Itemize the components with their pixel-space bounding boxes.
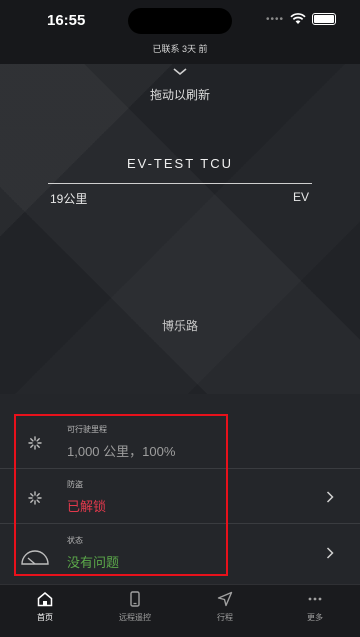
loading-spinner-icon <box>28 491 42 505</box>
vehicle-location: 博乐路 <box>161 319 198 333</box>
powertrain-type: EV <box>292 190 309 204</box>
anti-theft-label: 防盗 <box>67 480 83 489</box>
chevron-right-icon <box>326 547 334 559</box>
status-bar: 16:55 •••• <box>0 0 360 40</box>
navigation-arrow-icon <box>217 591 233 607</box>
tab-home-label: 首页 <box>37 613 53 622</box>
list-item-vehicle-status[interactable]: 状态 没有问题 <box>0 525 360 579</box>
tab-bar: 首页 远程遥控 行程 更多 <box>0 584 360 637</box>
driving-range-value: 1,000 公里，100% <box>67 444 176 459</box>
chevron-right-icon <box>326 491 334 503</box>
tab-more[interactable]: 更多 <box>270 591 360 623</box>
tab-trips-label: 行程 <box>217 613 233 622</box>
pull-to-refresh-text: 拖动以刷新 <box>149 88 210 102</box>
driving-range-label: 可行驶里程 <box>67 425 107 434</box>
home-icon <box>37 592 53 607</box>
dynamic-island <box>128 8 232 34</box>
divider <box>48 183 312 184</box>
chevron-down-icon <box>173 68 187 76</box>
vehicle-status-label: 状态 <box>67 536 83 545</box>
tab-trips[interactable]: 行程 <box>180 591 270 623</box>
tab-remote-control[interactable]: 远程遥控 <box>90 591 180 623</box>
vehicle-hero[interactable]: 拖动以刷新 EV-TEST TCU 19公里 EV 博乐路 <box>0 64 360 394</box>
last-contact-text: 已联系 3天 前 <box>0 40 360 64</box>
range-value: 19公里 <box>50 192 88 206</box>
list-item-anti-theft[interactable]: 防盗 已解锁 <box>0 469 360 524</box>
anti-theft-value: 已解锁 <box>67 499 107 514</box>
tab-more-label: 更多 <box>307 613 323 622</box>
tab-remote-control-label: 远程遥控 <box>119 613 151 622</box>
phone-icon <box>130 591 140 607</box>
cellular-signal-icon: •••• <box>265 13 284 25</box>
tab-home[interactable]: 首页 <box>0 591 90 623</box>
wifi-icon <box>290 13 306 24</box>
clock: 16:55 <box>47 12 86 29</box>
loading-spinner-icon <box>28 436 42 450</box>
list-item-driving-range[interactable]: 可行驶里程 1,000 公里，100% <box>0 414 360 469</box>
status-icons: •••• <box>266 13 336 25</box>
battery-icon <box>312 13 336 25</box>
status-panel: 可行驶里程 1,000 公里，100% 防盗 已解锁 状态 没有问题 <box>0 394 360 584</box>
vehicle-status-value: 没有问题 <box>67 555 120 570</box>
more-icon <box>308 597 322 601</box>
vehicle-name: EV-TEST TCU <box>126 156 234 171</box>
gauge-icon <box>21 550 49 565</box>
